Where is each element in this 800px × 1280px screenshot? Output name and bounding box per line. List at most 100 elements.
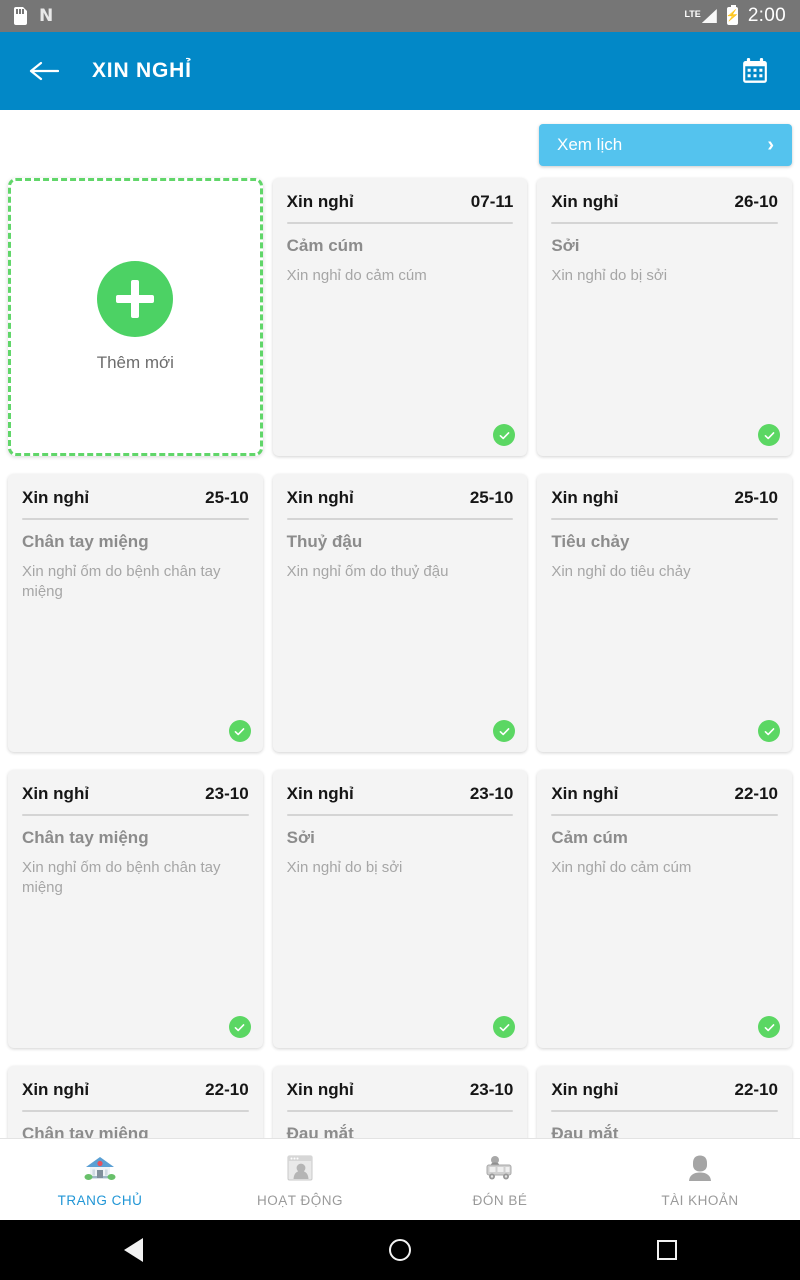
- battery-charging-icon: ⚡: [725, 5, 740, 25]
- nav-item-trang-chu[interactable]: TRANG CHỦ: [0, 1151, 200, 1208]
- card-title: Xin nghỉ: [22, 1080, 90, 1099]
- view-calendar-button[interactable]: Xem lịch ›: [539, 124, 792, 166]
- nav-label-hoat-dong: HOẠT ĐỘNG: [256, 1193, 343, 1208]
- nav-label-tai-khoan: TÀI KHOẢN: [661, 1193, 739, 1208]
- account-icon: [684, 1151, 716, 1185]
- status-bar-right: LTE ⚡ 2:00: [684, 5, 786, 27]
- sd-card-icon: [14, 7, 27, 25]
- status-badge: [758, 1016, 780, 1038]
- leave-request-card[interactable]: Xin nghỉ 25-10 Chân tay miệng Xin nghỉ ố…: [8, 474, 263, 752]
- card-title: Xin nghỉ: [551, 1080, 619, 1099]
- signal-triangle-icon: [701, 9, 717, 23]
- card-title: Xin nghỉ: [551, 488, 619, 507]
- card-divider: [286, 518, 514, 520]
- calendar-icon: [743, 58, 767, 83]
- leave-request-card[interactable]: Xin nghỉ 23-10 Đau mắt Xin nghỉ do đau m…: [272, 1066, 528, 1138]
- card-reason-name: Cảm cúm: [286, 236, 364, 255]
- charging-bolt-icon: ⚡: [725, 9, 740, 22]
- card-divider: [286, 814, 514, 816]
- android-back-button[interactable]: [98, 1220, 168, 1280]
- card-header: Xin nghỉ 23-10: [22, 784, 249, 804]
- bottom-navigation: TRANG CHỦ HOẠT ĐỘNG ĐÓN BÉ TÀI KHOẢN: [0, 1138, 800, 1220]
- check-circle-icon: [499, 431, 510, 439]
- activity-icon: [284, 1151, 316, 1185]
- check-circle-icon: [499, 1023, 510, 1031]
- card-reason-name: Đau mắt: [286, 1124, 354, 1138]
- card-header: Xin nghỉ 25-10: [22, 488, 249, 508]
- nav-label-trang-chu: TRANG CHỦ: [57, 1193, 143, 1208]
- home-icon: [84, 1151, 116, 1185]
- card-divider: [551, 518, 778, 520]
- nav-item-don-be[interactable]: ĐÓN BÉ: [400, 1151, 600, 1208]
- signal-bars-icon: LTE: [684, 9, 717, 23]
- leave-request-card[interactable]: Xin nghỉ 25-10 Thuỷ đậu Xin nghỉ ốm do t…: [272, 474, 528, 752]
- card-date: 22-10: [734, 1080, 778, 1099]
- card-date: 26-10: [734, 192, 778, 211]
- clock-label: 2:00: [747, 5, 786, 26]
- leave-request-card[interactable]: Xin nghỉ 22-10 Cảm cúm Xin nghỉ do cảm c…: [537, 770, 792, 1048]
- add-new-card[interactable]: Thêm mới: [8, 178, 263, 456]
- leave-request-card[interactable]: Xin nghỉ 22-10 Đau mắt Xin nghỉ do đau m…: [537, 1066, 792, 1138]
- leave-request-card[interactable]: Xin nghỉ 07-11 Cảm cúm Xin nghỉ do cảm c…: [272, 178, 528, 456]
- back-button[interactable]: [22, 49, 66, 93]
- calendar-button[interactable]: [732, 48, 778, 94]
- home-circle-icon: [388, 1239, 411, 1261]
- card-header: Xin nghỉ 25-10: [287, 488, 514, 508]
- card-reason-name: Chân tay miệng: [22, 532, 149, 551]
- card-reason-name: Chân tay miệng: [22, 1124, 149, 1138]
- card-header: Xin nghỉ 26-10: [551, 192, 778, 212]
- leave-request-card[interactable]: Xin nghỉ 26-10 Sởi Xin nghỉ do bị sởi: [537, 178, 792, 456]
- bus-icon: [483, 1151, 517, 1185]
- card-divider: [551, 1110, 778, 1112]
- card-title: Xin nghỉ: [551, 192, 619, 211]
- card-title: Xin nghỉ: [286, 488, 354, 507]
- card-title: Xin nghỉ: [286, 1080, 354, 1099]
- nav-item-hoat-dong[interactable]: HOẠT ĐỘNG: [200, 1151, 400, 1208]
- card-description: Xin nghỉ do bị sởi: [551, 267, 668, 284]
- nav-label-don-be: ĐÓN BÉ: [472, 1193, 528, 1208]
- card-date: 25-10: [205, 488, 249, 507]
- card-date: 22-10: [205, 1080, 249, 1099]
- android-recents-button[interactable]: [632, 1220, 702, 1280]
- page-title: XIN NGHỈ: [92, 59, 192, 82]
- card-divider: [551, 222, 778, 224]
- leave-request-list-scroll[interactable]: Xem lịch › Thêm mới Xin nghỉ 07-11 Cảm c…: [0, 110, 800, 1138]
- android-home-button[interactable]: [365, 1220, 435, 1280]
- leave-request-card[interactable]: Xin nghỉ 22-10 Chân tay miệng Xin nghỉ ố…: [8, 1066, 263, 1138]
- card-reason-name: Thuỷ đậu: [286, 532, 363, 551]
- app-bar: XIN NGHỈ: [0, 32, 800, 110]
- card-date: 25-10: [734, 488, 778, 507]
- card-date: 25-10: [469, 488, 514, 507]
- card-divider: [22, 518, 249, 520]
- arrow-left-icon: [29, 61, 59, 81]
- add-new-label: Thêm mới: [96, 353, 174, 372]
- card-header: Xin nghỉ 22-10: [551, 1080, 778, 1100]
- card-divider: [286, 1110, 514, 1112]
- card-divider: [22, 1110, 249, 1112]
- leave-request-card[interactable]: Xin nghỉ 23-10 Chân tay miệng Xin nghỉ ố…: [8, 770, 263, 1048]
- card-title: Xin nghỉ: [22, 784, 90, 803]
- card-header: Xin nghỉ 23-10: [287, 1080, 514, 1100]
- check-circle-icon: [499, 727, 510, 735]
- card-header: Xin nghỉ 22-10: [22, 1080, 249, 1100]
- card-header: Xin nghỉ 23-10: [287, 784, 514, 804]
- leave-request-card[interactable]: Xin nghỉ 25-10 Tiêu chảy Xin nghỉ do tiê…: [537, 474, 792, 752]
- check-circle-icon: [234, 727, 245, 735]
- status-badge: [493, 424, 516, 446]
- nav-item-tai-khoan[interactable]: TÀI KHOẢN: [600, 1151, 800, 1208]
- card-reason-name: Đau mắt: [551, 1124, 619, 1138]
- check-circle-icon: [764, 727, 774, 735]
- card-date: 22-10: [734, 784, 778, 803]
- card-date: 23-10: [205, 784, 249, 803]
- card-reason-name: Sởi: [551, 236, 580, 255]
- card-reason-name: Cảm cúm: [551, 828, 628, 847]
- n-logo-icon: N: [39, 5, 54, 26]
- card-divider: [286, 222, 514, 224]
- leave-request-card[interactable]: Xin nghỉ 23-10 Sởi Xin nghỉ do bị sởi: [272, 770, 528, 1048]
- card-description: Xin nghỉ ốm do bệnh chân tay miệng: [22, 859, 221, 897]
- leave-request-grid: Thêm mới Xin nghỉ 07-11 Cảm cúm Xin nghỉ…: [0, 178, 800, 1138]
- view-calendar-row: Xem lịch ›: [0, 110, 800, 178]
- card-divider: [551, 814, 778, 816]
- card-header: Xin nghỉ 22-10: [551, 784, 778, 804]
- card-date: 23-10: [469, 784, 514, 803]
